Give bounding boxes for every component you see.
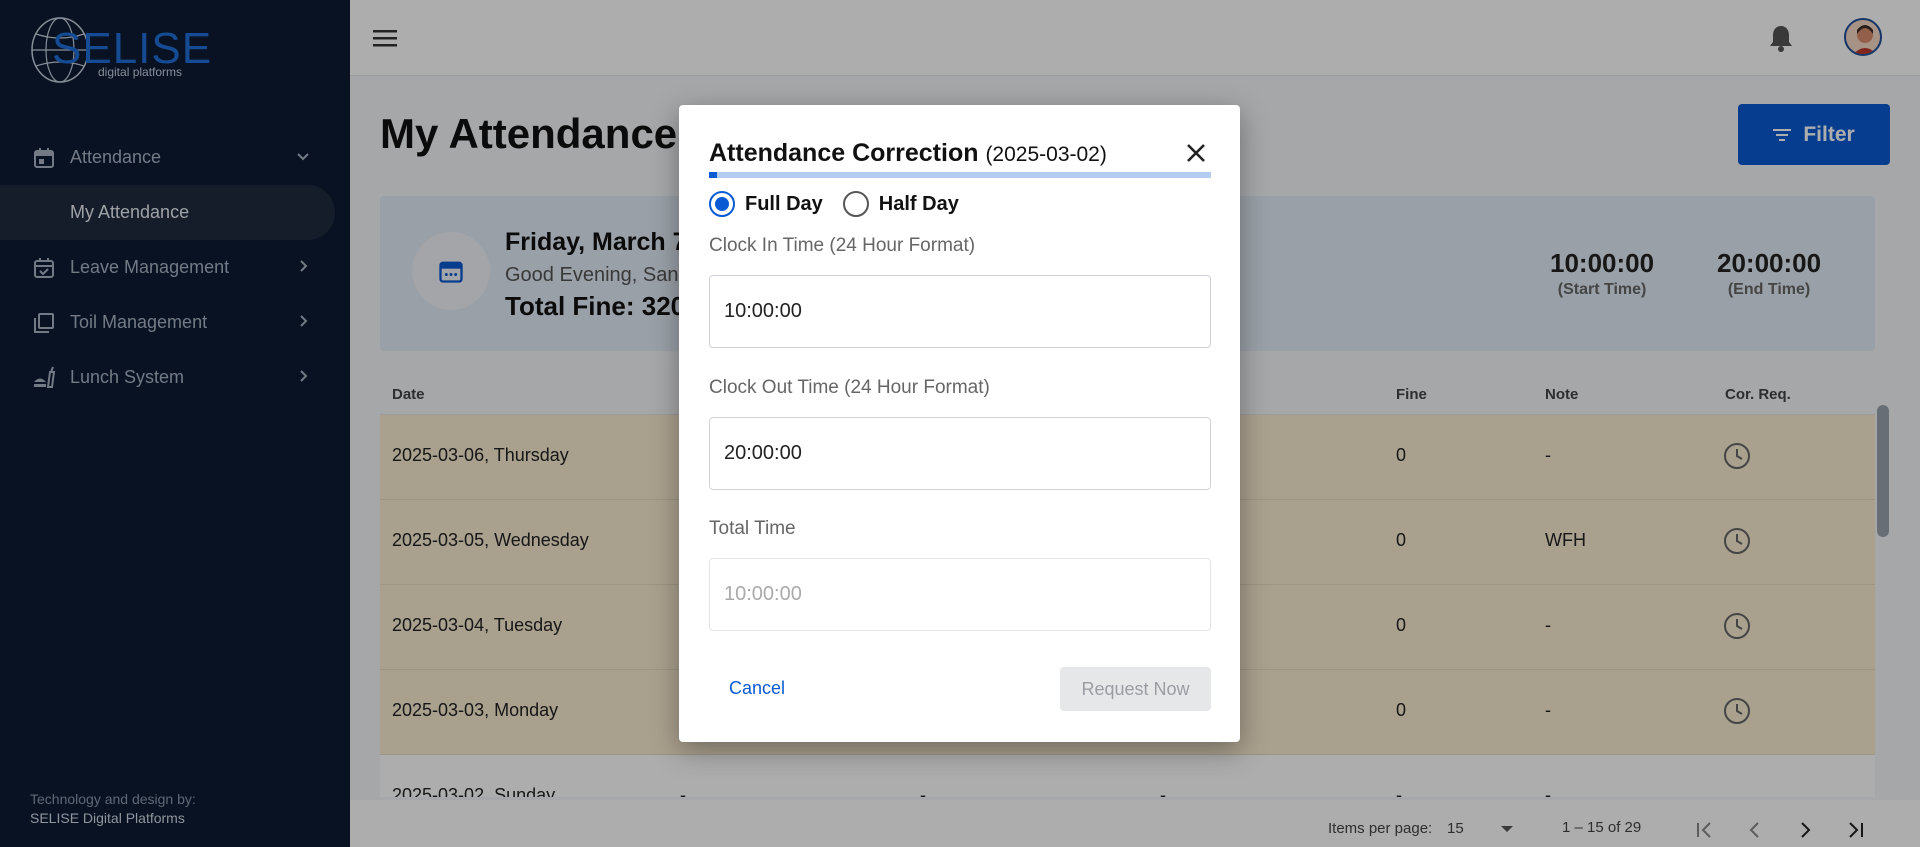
half-day-option[interactable]: Half Day [842,191,959,217]
dialog-title-text: Attendance Correction [709,139,979,167]
attendance-correction-dialog: Attendance Correction (2025-03-02) Full … [679,105,1240,742]
progress-bar [709,172,1211,178]
dialog-title: Attendance Correction (2025-03-02) [709,139,1107,168]
total-time-field: 10:00:00 [709,558,1211,631]
total-time-label: Total Time [709,518,796,539]
half-day-radio[interactable] [842,191,869,217]
half-day-label: Half Day [878,192,959,215]
clock-in-label: Clock In Time (24 Hour Format) [709,235,976,256]
clock-in-field[interactable]: 10:00:00 [709,275,1211,348]
day-type-radio-group: Full Day Half Day [709,191,959,217]
request-now-button[interactable]: Request Now [1060,667,1211,711]
cancel-button[interactable]: Cancel [729,678,785,699]
full-day-label: Full Day [745,192,823,215]
full-day-option[interactable]: Full Day [709,191,823,217]
dialog-title-date: (2025-03-02) [985,143,1107,166]
progress-bar-fill [709,172,717,178]
clock-out-label: Clock Out Time (24 Hour Format) [709,377,990,398]
full-day-radio[interactable] [709,191,735,217]
close-icon[interactable] [1184,141,1208,165]
clock-out-field[interactable]: 20:00:00 [709,417,1211,490]
